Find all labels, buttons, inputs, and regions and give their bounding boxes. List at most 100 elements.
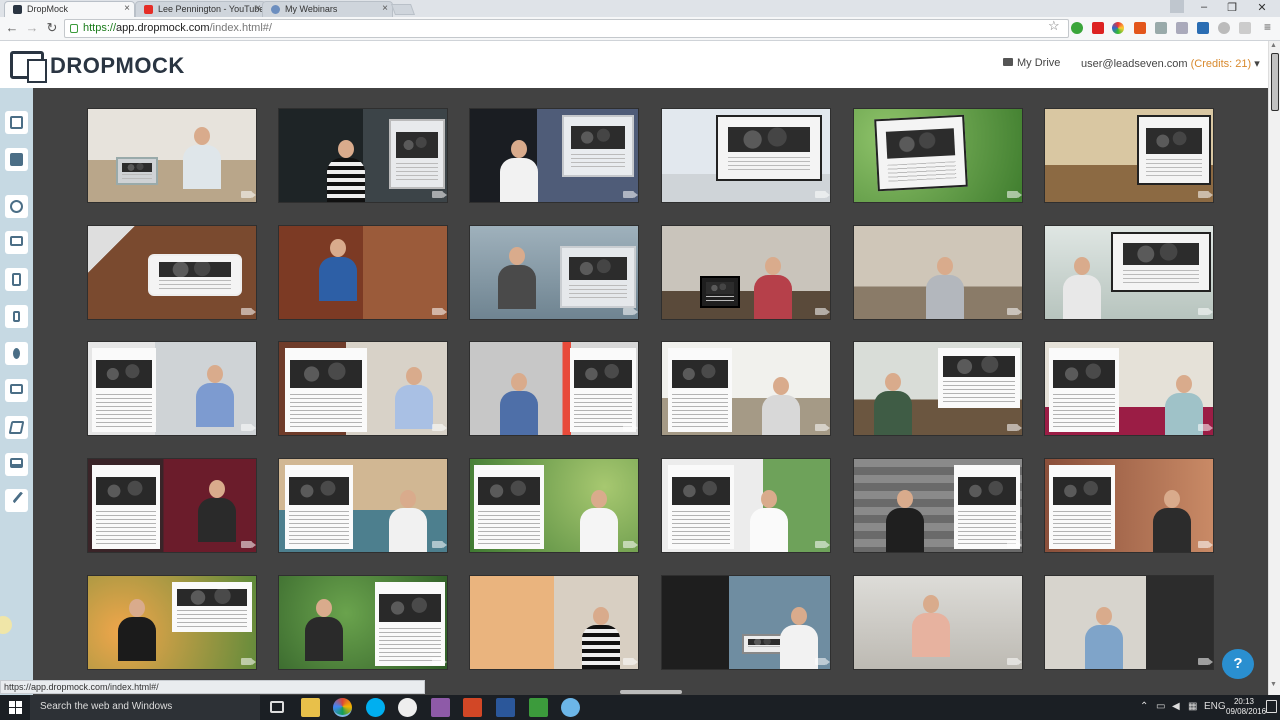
template-thumbnail[interactable] <box>278 575 448 670</box>
webinars-favicon-icon <box>271 5 280 14</box>
new-tab-button[interactable] <box>390 4 416 15</box>
globe-tool-button[interactable] <box>5 195 28 218</box>
desktop-tool-button[interactable] <box>5 379 28 402</box>
tray-keyboard-icon[interactable]: ▦ <box>1188 701 1197 712</box>
template-thumbnail[interactable] <box>278 225 448 320</box>
tray-volume-icon[interactable]: ◀ <box>1172 701 1180 712</box>
template-thumbnail[interactable] <box>1044 575 1214 670</box>
restore-icon[interactable]: ❐ <box>1218 1 1246 14</box>
laptop-tool-icon <box>10 458 23 468</box>
extension-gray-icon[interactable] <box>1155 22 1167 34</box>
taskbar-clock[interactable]: 20:13 09/08/2016 <box>1226 697 1266 717</box>
template-thumbnail[interactable] <box>87 575 257 670</box>
template-thumbnail[interactable] <box>469 458 639 553</box>
bookmark-star-icon[interactable]: ☆ <box>1048 18 1060 34</box>
reload-icon[interactable]: ↻ <box>44 20 60 36</box>
task-view-icon[interactable] <box>270 701 284 713</box>
template-thumbnail[interactable] <box>278 108 448 203</box>
close-tab-icon[interactable]: × <box>382 3 388 14</box>
template-thumbnail[interactable] <box>1044 225 1214 320</box>
chrome-taskbar-icon[interactable] <box>333 698 352 717</box>
template-thumbnail[interactable] <box>1044 458 1214 553</box>
person-tool-icon <box>13 348 20 359</box>
template-thumbnail[interactable] <box>853 108 1023 203</box>
account-menu[interactable]: user@leadseven.com (Credits: 21) ▾ <box>1081 57 1260 70</box>
image-tool-button[interactable] <box>5 111 28 134</box>
profile-icon[interactable] <box>1170 0 1184 13</box>
office-extension-icon[interactable] <box>1134 22 1146 34</box>
close-tab-icon[interactable]: × <box>255 3 261 14</box>
browser-menu-icon[interactable]: ≡ <box>1264 20 1271 34</box>
template-thumbnail[interactable] <box>853 458 1023 553</box>
back-icon[interactable]: ← <box>4 20 20 35</box>
video-badge-icon <box>1198 308 1213 315</box>
horizontal-scroll-indicator[interactable] <box>620 690 682 694</box>
template-thumbnail[interactable] <box>87 225 257 320</box>
extension-blue-icon[interactable] <box>1197 22 1209 34</box>
extension-circle-icon[interactable] <box>1218 22 1230 34</box>
template-thumbnail[interactable] <box>1044 341 1214 436</box>
template-thumbnail[interactable] <box>87 341 257 436</box>
action-center-icon[interactable] <box>1266 700 1277 713</box>
template-thumbnail[interactable] <box>87 108 257 203</box>
template-thumbnail[interactable] <box>469 575 639 670</box>
scrollbar-thumb[interactable] <box>1271 53 1279 111</box>
tab-dropmock[interactable]: DropMock × <box>4 1 135 17</box>
windows-start-icon[interactable] <box>9 701 22 714</box>
extension-colorful-icon[interactable] <box>1112 22 1124 34</box>
book-tool-button[interactable] <box>5 416 28 439</box>
tray-network-icon[interactable]: ▭ <box>1156 701 1165 712</box>
monitor-tool-button[interactable] <box>5 231 28 254</box>
extension-red-icon[interactable] <box>1092 22 1104 34</box>
page-scrollbar[interactable]: ▲ ▼ <box>1268 41 1280 695</box>
close-tab-icon[interactable]: × <box>124 3 130 14</box>
video-tool-button[interactable] <box>5 148 28 171</box>
word-icon[interactable] <box>496 698 515 717</box>
template-thumbnail[interactable] <box>1044 108 1214 203</box>
template-thumbnail[interactable] <box>469 341 639 436</box>
app-snowflake-icon[interactable] <box>561 698 580 717</box>
person-tool-button[interactable] <box>5 342 28 365</box>
template-thumbnail[interactable] <box>469 225 639 320</box>
minimize-icon[interactable]: – <box>1190 1 1218 13</box>
forward-icon[interactable]: → <box>24 20 40 35</box>
tray-chevron-up-icon[interactable]: ⌃ <box>1140 701 1148 712</box>
laptop-tool-button[interactable] <box>5 453 28 476</box>
template-thumbnail[interactable] <box>278 341 448 436</box>
template-thumbnail[interactable] <box>661 341 831 436</box>
taskbar-search-box[interactable]: Search the web and Windows <box>30 695 260 720</box>
template-thumbnail[interactable] <box>661 108 831 203</box>
help-chat-button[interactable]: ? <box>1222 649 1254 679</box>
template-thumbnail[interactable] <box>661 575 831 670</box>
language-indicator[interactable]: ENG <box>1204 701 1226 712</box>
tab-my-webinars[interactable]: My Webinars × <box>262 1 393 17</box>
app-purple-icon[interactable] <box>431 698 450 717</box>
template-thumbnail[interactable] <box>87 458 257 553</box>
template-thumbnail[interactable] <box>661 225 831 320</box>
app-green-icon[interactable] <box>529 698 548 717</box>
template-thumbnail[interactable] <box>278 458 448 553</box>
video-badge-icon <box>241 658 256 665</box>
my-drive-link[interactable]: My Drive <box>1003 57 1060 69</box>
phone-tool-button[interactable] <box>5 305 28 328</box>
scroll-down-icon[interactable]: ▼ <box>1270 681 1277 688</box>
tablet-tool-button[interactable] <box>5 268 28 291</box>
template-thumbnail[interactable] <box>853 341 1023 436</box>
scroll-up-icon[interactable]: ▲ <box>1270 42 1277 49</box>
extension-green-icon[interactable] <box>1071 22 1083 34</box>
video-badge-icon <box>432 424 447 431</box>
tab-youtube[interactable]: Lee Pennington - YouTube × <box>135 1 266 17</box>
template-thumbnail[interactable] <box>469 108 639 203</box>
template-thumbnail[interactable] <box>853 225 1023 320</box>
extension-light-icon[interactable] <box>1239 22 1251 34</box>
skype-icon[interactable] <box>366 698 385 717</box>
close-window-icon[interactable]: ✕ <box>1248 1 1276 14</box>
app-circle-icon[interactable] <box>398 698 417 717</box>
file-explorer-icon[interactable] <box>301 698 320 717</box>
template-thumbnail[interactable] <box>661 458 831 553</box>
powerpoint-icon[interactable] <box>463 698 482 717</box>
brush-tool-button[interactable] <box>5 489 31 512</box>
extension-gray-icon-2[interactable] <box>1176 22 1188 34</box>
template-thumbnail[interactable] <box>853 575 1023 670</box>
address-bar[interactable]: https://app.dropmock.com/index.html#/ <box>64 19 1069 38</box>
